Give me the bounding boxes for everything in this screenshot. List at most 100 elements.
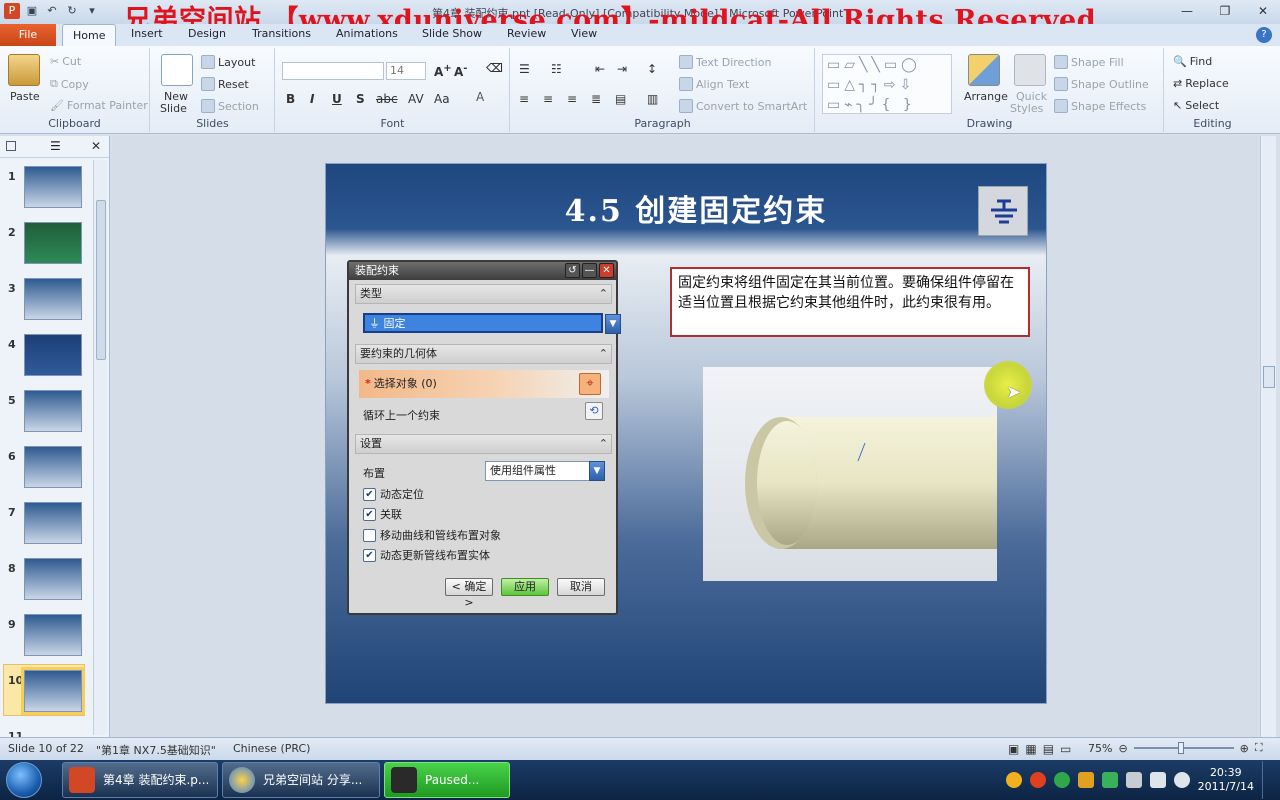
apply-button[interactable]: 应用 — [501, 578, 549, 596]
minimize-icon[interactable]: — — [1176, 3, 1198, 19]
outline-tab-icon[interactable]: ☰ — [50, 139, 61, 153]
crosshair-select-icon[interactable]: ⌖ — [579, 373, 601, 395]
show-desktop-button[interactable] — [1262, 761, 1272, 799]
plus-icon[interactable] — [1053, 772, 1070, 788]
grow-font-icon[interactable]: A+ — [434, 63, 452, 79]
layout-button[interactable]: Layout — [218, 56, 255, 69]
current-slide[interactable]: 4.5 创建固定约束 固定约束将组件固定在其当前位置。要确保组件停留在适当位置且… — [325, 163, 1047, 704]
paste-icon[interactable] — [8, 54, 40, 86]
cancel-button[interactable]: 取消 — [557, 578, 605, 596]
undo-icon[interactable]: ↶ — [44, 3, 60, 19]
strikethrough-icon[interactable]: abc — [376, 92, 398, 106]
chevron-up-icon[interactable]: ⌃ — [599, 285, 608, 303]
increase-indent-icon[interactable]: ⇥ — [617, 62, 627, 76]
new-slide-icon[interactable] — [161, 54, 193, 86]
font-size-box[interactable]: 14 — [386, 62, 426, 80]
select-object-row[interactable]: * 选择对象 (0) — [359, 370, 609, 398]
fit-slide-icon[interactable]: ⛶ — [1255, 741, 1263, 755]
align-center-icon[interactable]: ≡ — [543, 92, 553, 106]
paste-button[interactable]: Paste — [10, 90, 40, 103]
usb-icon[interactable] — [1125, 772, 1142, 788]
sorter-view-icon[interactable]: ▦ — [1025, 742, 1042, 756]
reset-dialog-icon[interactable]: ↺ — [565, 263, 580, 278]
smartart-button[interactable]: Convert to SmartArt — [696, 100, 807, 113]
tab-view[interactable]: View — [571, 27, 597, 40]
decrease-indent-icon[interactable]: ⇤ — [595, 62, 605, 76]
find-button[interactable]: Find — [1190, 55, 1213, 68]
section-button[interactable]: Section — [218, 100, 259, 113]
arrange-icon[interactable] — [968, 54, 1000, 86]
type-section-header[interactable]: 类型 ⌃ — [355, 284, 612, 304]
change-case-icon[interactable]: Aa — [434, 92, 450, 106]
qq-icon-2[interactable] — [1029, 772, 1046, 788]
align-text-button[interactable]: Align Text — [696, 78, 749, 91]
quick-styles-icon[interactable] — [1014, 54, 1046, 86]
numbering-icon[interactable]: ☷ — [551, 62, 562, 76]
customize-qat-icon[interactable]: ▾ — [84, 3, 100, 19]
close-icon[interactable]: ✕ — [1252, 3, 1274, 19]
clock[interactable]: 20:39 2011/7/14 — [1198, 766, 1254, 794]
clear-format-icon[interactable]: ⌫ — [486, 61, 503, 75]
task-browser[interactable]: 兄弟空间站 分享... — [222, 762, 380, 798]
shadow-icon[interactable]: S — [356, 92, 365, 106]
layout-dropdown[interactable]: 使用组件属性 ▼ — [485, 461, 605, 481]
chevron-up-icon[interactable]: ⌃ — [599, 435, 608, 453]
close-dialog-icon[interactable]: ✕ — [599, 263, 614, 278]
tab-home[interactable]: Home — [62, 24, 117, 47]
shape-outline-button[interactable]: Shape Outline — [1071, 78, 1149, 91]
view-buttons[interactable]: ▣▦▤▭ — [1008, 742, 1077, 756]
slide-thumbnail-4[interactable] — [24, 334, 82, 376]
slide-thumbnail-2[interactable] — [24, 222, 82, 264]
checkbox-associative[interactable]: ✔ 关联 — [363, 506, 402, 522]
help-icon[interactable]: ? — [1256, 27, 1272, 43]
slide-thumbnail-8[interactable] — [24, 558, 82, 600]
collapse-dialog-icon[interactable]: — — [582, 263, 597, 278]
scroll-thumb[interactable] — [96, 200, 106, 360]
redo-icon[interactable]: ↻ — [64, 3, 80, 19]
task-recorder[interactable]: Paused... — [384, 762, 510, 798]
quick-styles-button-2[interactable]: Styles — [1010, 102, 1043, 115]
tab-design[interactable]: Design — [188, 27, 226, 40]
font-color-icon[interactable]: A — [476, 90, 484, 104]
powerpoint-icon[interactable]: P — [4, 3, 20, 19]
antivirus-icon[interactable] — [1077, 772, 1094, 788]
checkbox-icon[interactable]: ✔ — [363, 507, 376, 521]
restore-icon[interactable]: ❐ — [1214, 3, 1236, 19]
reading-view-icon[interactable]: ▤ — [1043, 742, 1060, 756]
font-name-box[interactable] — [282, 62, 384, 80]
slide-thumbnail-1[interactable] — [24, 166, 82, 208]
slide-thumbnail-9[interactable] — [24, 614, 82, 656]
zoom-slider[interactable] — [1133, 742, 1234, 754]
cut-button[interactable]: Cut — [62, 55, 81, 68]
shapes-gallery[interactable]: ▭▱╲╲▭◯ ▭△┐┐⇨⇩ ▭⌁╮╯{ } — [822, 54, 952, 114]
theme-name[interactable]: "第1章 NX7.5基础知识" — [96, 742, 216, 758]
select-button[interactable]: Select — [1185, 99, 1219, 112]
thumbnail-scrollbar[interactable] — [93, 160, 107, 735]
checkbox-move-curves[interactable]: 移动曲线和管线布置对象 — [363, 527, 501, 543]
dropdown-arrow-icon[interactable]: ▼ — [605, 314, 621, 334]
slides-tab-icon[interactable] — [6, 141, 16, 151]
checkbox-dynamic-update[interactable]: ✔ 动态更新管线布置实体 — [363, 547, 490, 563]
bold-icon[interactable]: B — [286, 92, 295, 106]
char-spacing-icon[interactable]: AV — [408, 92, 424, 106]
zoom-level[interactable]: 75% — [1088, 742, 1112, 755]
arrange-button[interactable]: Arrange — [964, 90, 1008, 103]
tab-slide-show[interactable]: Slide Show — [422, 27, 482, 40]
close-pane-icon[interactable]: ✕ — [91, 139, 101, 153]
checkbox-dynamic-position[interactable]: ✔ 动态定位 — [363, 486, 424, 502]
distributed-icon[interactable]: ▤ — [615, 92, 626, 106]
shape-fill-button[interactable]: Shape Fill — [1071, 56, 1124, 69]
network-icon[interactable] — [1149, 772, 1166, 788]
align-right-icon[interactable]: ≡ — [567, 92, 577, 106]
slideshow-view-icon[interactable]: ▭ — [1060, 742, 1077, 756]
cycle-icon[interactable]: ⟲ — [585, 402, 603, 420]
copy-button[interactable]: Copy — [61, 78, 89, 91]
columns-icon[interactable]: ▥ — [647, 92, 658, 106]
slide-thumbnail-5[interactable] — [24, 390, 82, 432]
geometry-section-header[interactable]: 要约束的几何体 ⌃ — [355, 344, 612, 364]
chevron-up-icon[interactable]: ⌃ — [599, 345, 608, 363]
normal-view-icon[interactable]: ▣ — [1008, 742, 1025, 756]
slide-thumbnail-3[interactable] — [24, 278, 82, 320]
justify-icon[interactable]: ≣ — [591, 92, 601, 106]
save-icon[interactable]: ▣ — [24, 3, 40, 19]
